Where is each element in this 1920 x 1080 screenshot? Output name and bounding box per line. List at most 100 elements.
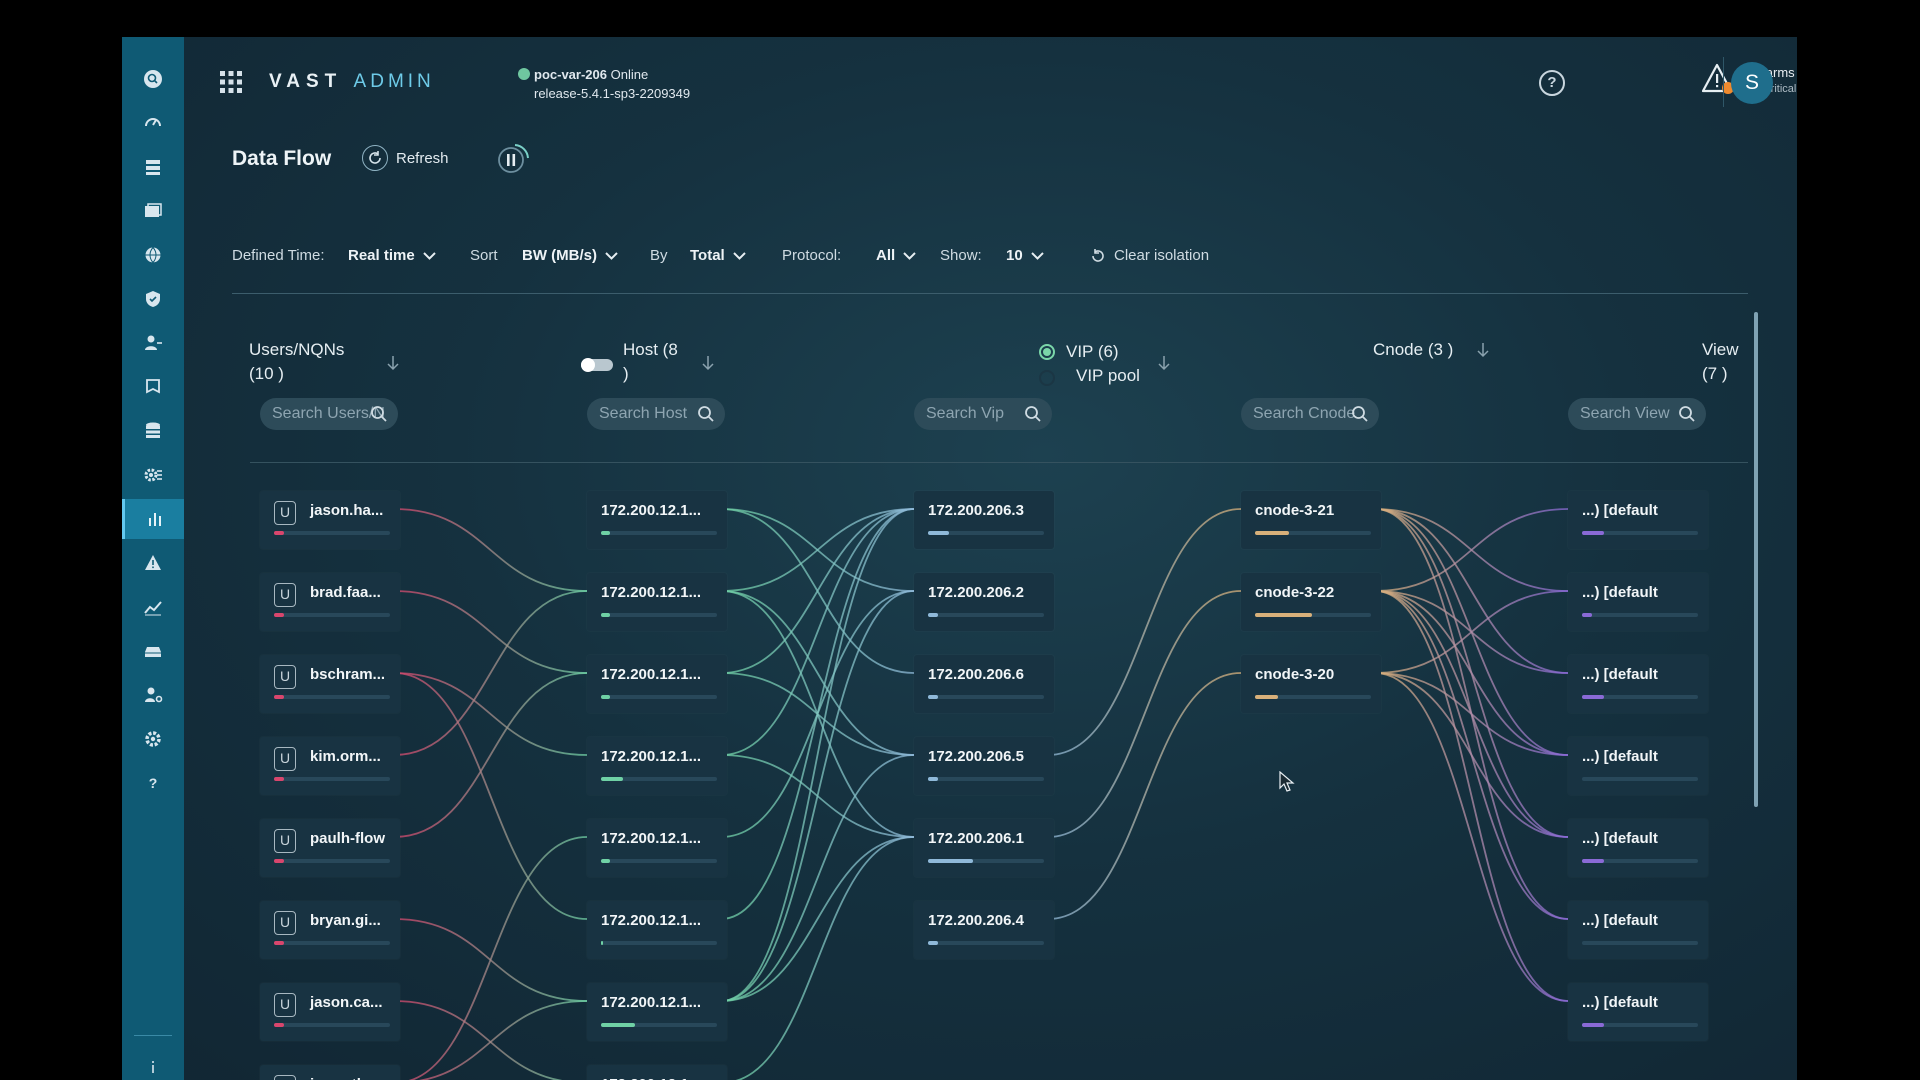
vip-column-title[interactable]: VIP (6) xyxy=(1066,340,1119,364)
sort-select[interactable]: BW (MB/s) xyxy=(522,247,618,264)
view-node[interactable]: ...) [default xyxy=(1568,737,1708,795)
drive-icon[interactable] xyxy=(122,631,184,671)
user-node[interactable]: Ujason.ca... xyxy=(260,983,400,1041)
view-node[interactable]: ...) [default xyxy=(1568,491,1708,549)
flag-icon[interactable] xyxy=(122,367,184,407)
servers-icon[interactable] xyxy=(122,147,184,187)
sort-arrow-icon[interactable] xyxy=(1158,355,1170,371)
gear-icon[interactable] xyxy=(122,719,184,759)
bandwidth-bar-fill xyxy=(1582,695,1605,699)
vip-node[interactable]: 172.200.206.2 xyxy=(914,573,1054,631)
bandwidth-bar-fill xyxy=(1255,613,1312,617)
app-grid-icon[interactable] xyxy=(220,71,242,93)
dashboard-gauge-icon[interactable] xyxy=(122,103,184,143)
search-hosts-input[interactable]: Search Host xyxy=(587,398,725,430)
vertical-scrollbar[interactable] xyxy=(1754,312,1758,807)
settings-cluster-icon[interactable] xyxy=(122,455,184,495)
vip-radio[interactable] xyxy=(1039,344,1055,360)
host-node-label: 172.200.12.1... xyxy=(601,584,702,601)
vip-pool-radio[interactable] xyxy=(1039,370,1055,386)
vip-node[interactable]: 172.200.206.3 xyxy=(914,491,1054,549)
by-select[interactable]: Total xyxy=(690,247,746,264)
view-node-label: ...) [default xyxy=(1582,830,1658,847)
search-cnodes-input[interactable]: Search Cnode xyxy=(1241,398,1379,430)
cnode-column-title[interactable]: Cnode (3 ) xyxy=(1373,338,1453,362)
bandwidth-bar-fill xyxy=(1255,695,1279,699)
bandwidth-bar-fill xyxy=(1582,859,1605,863)
bandwidth-bar-track xyxy=(601,777,717,781)
vip-node[interactable]: 172.200.206.6 xyxy=(914,655,1054,713)
user-type-badge: U xyxy=(274,911,296,935)
user-node[interactable]: Ujesse.th... xyxy=(260,1065,400,1080)
host-node[interactable]: 172.200.12.1... xyxy=(587,819,727,877)
sort-arrow-icon[interactable] xyxy=(1477,342,1489,358)
database-icon[interactable] xyxy=(122,411,184,451)
analytics-bar-chart-icon[interactable] xyxy=(122,499,184,539)
sort-arrow-icon[interactable] xyxy=(702,355,714,371)
cnode-node[interactable]: cnode-3-21 xyxy=(1241,491,1381,549)
flow-link xyxy=(1374,672,1569,1002)
cnode-node[interactable]: cnode-3-22 xyxy=(1241,573,1381,631)
pause-icon[interactable] xyxy=(496,141,530,175)
globe-icon[interactable] xyxy=(122,235,184,275)
view-node[interactable]: ...) [default xyxy=(1568,983,1708,1041)
view-node[interactable]: ...) [default xyxy=(1568,901,1708,959)
search-icon[interactable] xyxy=(122,59,184,99)
search-users-input[interactable]: Search Users/N xyxy=(260,398,398,430)
brand-main: VAST xyxy=(269,71,343,92)
hosts-column-count: ) xyxy=(623,364,629,383)
vip-node-label: 172.200.206.3 xyxy=(928,502,1024,519)
defined-time-select[interactable]: Real time xyxy=(348,247,436,264)
bandwidth-bar-track xyxy=(1582,777,1698,781)
user-node[interactable]: Upaulh-flow xyxy=(260,819,400,877)
user-node[interactable]: Ubryan.gi... xyxy=(260,901,400,959)
view-node[interactable]: ...) [default xyxy=(1568,573,1708,631)
host-node[interactable]: 172.200.12.1... xyxy=(587,737,727,795)
user-node[interactable]: Ukim.orm... xyxy=(260,737,400,795)
cluster-info[interactable]: poc-var-206 Online release-5.4.1-sp3-220… xyxy=(518,65,690,103)
view-node[interactable]: ...) [default xyxy=(1568,819,1708,877)
warning-icon[interactable] xyxy=(122,543,184,583)
help-button[interactable]: ? xyxy=(1539,70,1565,96)
vip-node[interactable]: 172.200.206.5 xyxy=(914,737,1054,795)
folders-icon[interactable] xyxy=(122,191,184,231)
trend-line-icon[interactable] xyxy=(122,587,184,627)
bandwidth-bar-fill xyxy=(601,1023,635,1027)
flow-link xyxy=(408,836,588,1080)
shield-icon[interactable] xyxy=(122,279,184,319)
host-toggle[interactable] xyxy=(581,358,613,372)
user-node[interactable]: Ubrad.faa... xyxy=(260,573,400,631)
protocol-select[interactable]: All xyxy=(876,247,916,264)
host-node[interactable]: 172.200.12.1... xyxy=(587,655,727,713)
view-column-title[interactable]: View (7 ) xyxy=(1702,338,1748,386)
bandwidth-bar-fill xyxy=(928,859,974,863)
refresh-button[interactable]: Refresh xyxy=(362,143,449,173)
cnode-node[interactable]: cnode-3-20 xyxy=(1241,655,1381,713)
user-node[interactable]: Ujason.ha... xyxy=(260,491,400,549)
flow-link xyxy=(720,754,915,1002)
host-node[interactable]: 172.200.12.1... xyxy=(587,1065,727,1080)
sort-arrow-icon[interactable] xyxy=(387,355,399,371)
user-node[interactable]: Ubschram... xyxy=(260,655,400,713)
host-node[interactable]: 172.200.12.1... xyxy=(587,983,727,1041)
host-node[interactable]: 172.200.12.1... xyxy=(587,573,727,631)
avatar[interactable]: S xyxy=(1731,62,1773,104)
search-vips-input[interactable]: Search Vip xyxy=(914,398,1052,430)
user-key-icon[interactable] xyxy=(122,323,184,363)
user-settings-icon[interactable] xyxy=(122,675,184,715)
users-column-header[interactable]: Users/NQNs (10 ) xyxy=(249,338,344,386)
search-views-input[interactable]: Search View xyxy=(1568,398,1706,430)
help-icon[interactable]: ? xyxy=(122,763,184,803)
show-select[interactable]: 10 xyxy=(1006,247,1044,264)
view-node[interactable]: ...) [default xyxy=(1568,655,1708,713)
hosts-column-header[interactable]: Host (8 ) xyxy=(623,338,678,386)
vip-pool-label[interactable]: VIP pool xyxy=(1076,364,1140,388)
clear-isolation-button[interactable]: Clear isolation xyxy=(1090,247,1209,264)
host-node[interactable]: 172.200.12.1... xyxy=(587,901,727,959)
vip-node[interactable]: 172.200.206.4 xyxy=(914,901,1054,959)
info-icon[interactable] xyxy=(122,1047,184,1080)
bandwidth-bar-track xyxy=(928,695,1044,699)
host-node[interactable]: 172.200.12.1... xyxy=(587,491,727,549)
bandwidth-bar-track xyxy=(1255,531,1371,535)
vip-node[interactable]: 172.200.206.1 xyxy=(914,819,1054,877)
